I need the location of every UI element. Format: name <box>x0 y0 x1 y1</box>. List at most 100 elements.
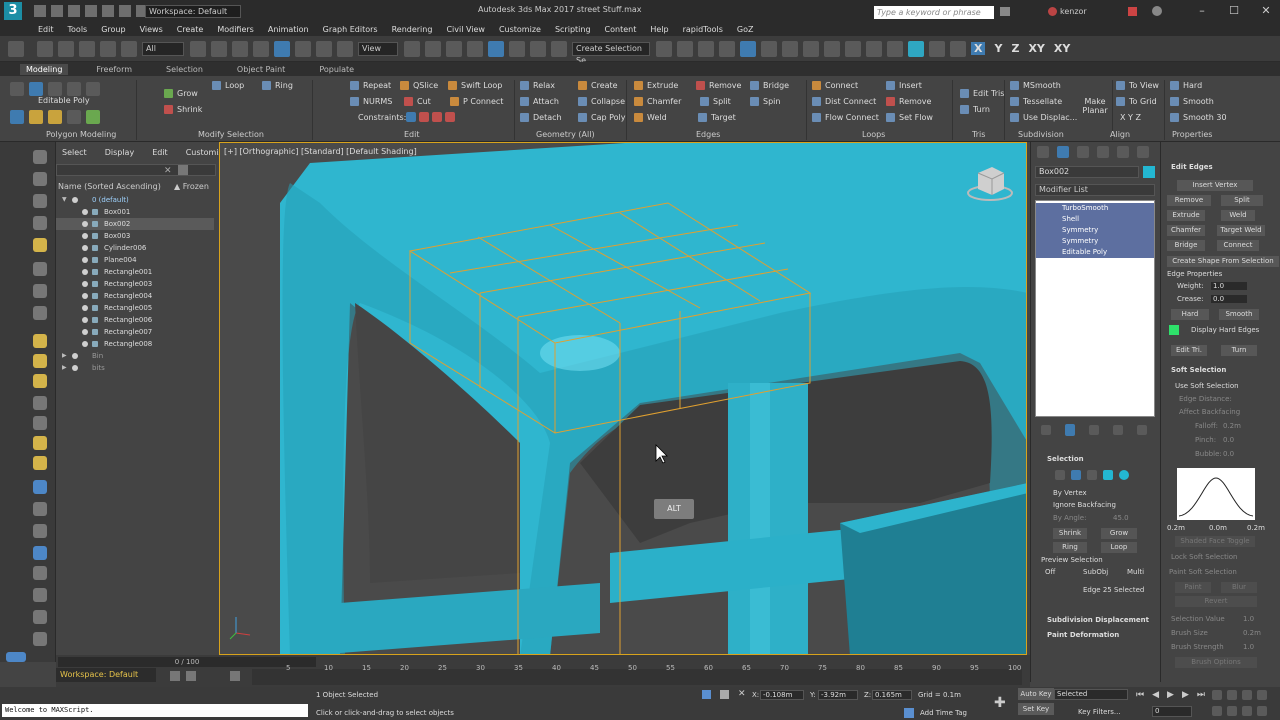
ring-button[interactable]: Ring <box>262 81 293 90</box>
curve-editor-icon[interactable] <box>761 40 777 57</box>
display-icon[interactable] <box>33 262 47 276</box>
current-frame-field[interactable]: 0 <box>1152 706 1192 717</box>
spin-button[interactable]: Spin <box>750 97 780 106</box>
utilities-icon[interactable] <box>33 284 47 298</box>
time-tag-icon[interactable] <box>904 708 914 718</box>
zoom-extents-all-icon[interactable] <box>1257 690 1267 700</box>
viewport-orthographic[interactable]: [+] [Orthographic] [Standard] [Default S… <box>219 142 1027 655</box>
affect-backfacing-checkbox[interactable]: Affect Backfacing <box>1179 408 1240 416</box>
isolate-selection-icon[interactable] <box>702 690 711 699</box>
display-hard-edges-checkbox[interactable]: Display Hard Edges <box>1191 326 1259 334</box>
pin-stack-icon[interactable] <box>1041 425 1051 435</box>
close-x-icon[interactable] <box>1128 7 1137 16</box>
extrude-button[interactable]: Extrude <box>634 81 678 90</box>
group-edges[interactable]: Edges <box>696 130 720 139</box>
chamfer-button[interactable]: Chamfer <box>634 97 681 106</box>
grow-button[interactable]: Grow <box>164 89 198 98</box>
brush-strength-spinner[interactable]: 1.0 <box>1243 643 1254 651</box>
remove-modifier-icon[interactable] <box>1113 425 1123 435</box>
group-edit[interactable]: Edit <box>404 130 420 139</box>
spacewarp-filter-icon[interactable] <box>33 480 47 494</box>
toggle-layer-explorer-icon[interactable] <box>719 40 735 57</box>
visibility-eye-icon[interactable] <box>72 353 78 359</box>
auto-key-button[interactable]: Auto Key <box>1018 688 1054 700</box>
sel-polygon-icon[interactable] <box>1103 470 1113 480</box>
hard-button[interactable]: Hard <box>1171 309 1209 320</box>
insert-loop-button[interactable]: Insert <box>886 81 922 90</box>
lock-soft-selection-checkbox[interactable]: Lock Soft Selection <box>1171 553 1237 561</box>
more-filter-icon[interactable] <box>33 632 47 646</box>
layers-filter-icon[interactable] <box>33 610 47 624</box>
axis-z-button[interactable]: Z <box>1011 42 1019 55</box>
object-color-swatch[interactable] <box>1143 166 1155 178</box>
bridge-button[interactable]: Bridge <box>1167 240 1205 251</box>
scene-explorer-toggle-icon[interactable] <box>186 671 196 681</box>
containers-filter-icon[interactable] <box>33 588 47 602</box>
lights-icon[interactable] <box>33 238 47 252</box>
reference-coord-dropdown[interactable]: View <box>358 41 398 56</box>
turn-button[interactable]: Turn <box>960 105 990 114</box>
undo-icon[interactable] <box>37 40 53 57</box>
stack-item-shell[interactable]: Shell <box>1036 214 1154 225</box>
menu-rendering[interactable]: Rendering <box>392 25 433 34</box>
by-vertex-checkbox[interactable]: By Vertex <box>1053 489 1087 497</box>
target-weld-button[interactable]: Target Weld <box>1217 225 1265 236</box>
expand-arrow-icon[interactable]: ▼ <box>62 194 67 206</box>
rect-selection-icon[interactable] <box>232 40 248 57</box>
cap-poly-button[interactable]: Cap Poly <box>578 113 626 122</box>
bone-filter-icon[interactable] <box>33 456 47 470</box>
visibility-eye-icon[interactable] <box>82 317 88 323</box>
sel-element-icon[interactable] <box>1119 470 1129 480</box>
layer-row[interactable]: ▼ 0 (default) <box>56 194 214 206</box>
visibility-eye-icon[interactable] <box>82 221 88 227</box>
menu-edit[interactable]: Edit <box>38 25 54 34</box>
preview-multi-radio[interactable]: Multi <box>1127 568 1144 576</box>
object-row[interactable]: Cylinder006 <box>56 242 214 254</box>
hard-button[interactable]: Hard <box>1170 81 1202 90</box>
connect-button[interactable]: Connect <box>1217 240 1259 251</box>
make-planar-button[interactable]: Make Planar <box>1078 97 1112 115</box>
group-properties[interactable]: Properties <box>1172 130 1212 139</box>
crease-spinner[interactable]: 0.0 <box>1211 295 1247 303</box>
create-shape-button[interactable]: Create Shape From Selection <box>1167 256 1279 267</box>
swift-loop-button[interactable]: Swift Loop <box>448 81 502 90</box>
visibility-eye-icon[interactable] <box>82 293 88 299</box>
menu-create[interactable]: Create <box>177 25 204 34</box>
visibility-eye-icon[interactable] <box>72 365 78 371</box>
place-icon[interactable] <box>337 40 353 57</box>
select-move-icon[interactable] <box>274 40 290 57</box>
workspace-dropdown[interactable]: Workspace: Default <box>145 5 241 18</box>
link-icon[interactable] <box>79 40 95 57</box>
preview-subobj-radio[interactable]: SubObj <box>1083 568 1108 576</box>
connect-button[interactable]: Connect <box>812 81 858 90</box>
stack-item-editable-poly[interactable]: Editable Poly <box>1036 247 1154 258</box>
redo-icon[interactable] <box>102 5 114 17</box>
select-object-icon[interactable] <box>190 40 206 57</box>
group-tris[interactable]: Tris <box>972 130 985 139</box>
by-angle-checkbox[interactable]: By Angle: <box>1053 514 1086 522</box>
turn-button[interactable]: Turn <box>1221 345 1257 356</box>
use-soft-sel-icon[interactable] <box>67 110 81 124</box>
axis-y-button[interactable]: Y <box>994 42 1002 55</box>
msmooth-button[interactable]: MSmooth <box>1010 81 1061 90</box>
workspace-label[interactable]: Workspace: Default <box>56 668 156 682</box>
smooth30-button[interactable]: Smooth 30 <box>1170 113 1227 122</box>
subdivision-displacement-rollout[interactable]: Subdivision Displacement <box>1047 616 1149 624</box>
menu-help[interactable]: Help <box>650 25 668 34</box>
go-to-start-icon[interactable]: ⏮ <box>1136 690 1144 700</box>
paint-button[interactable]: Paint <box>1175 582 1211 593</box>
select-by-name-icon[interactable] <box>211 40 227 57</box>
snap-link-icon[interactable] <box>8 40 24 57</box>
visibility-eye-icon[interactable] <box>82 209 88 215</box>
vertex-level-icon[interactable] <box>10 82 24 96</box>
schematic-view-icon[interactable] <box>782 40 798 57</box>
bubble-spinner[interactable]: 0.0 <box>1223 450 1234 458</box>
target-button[interactable]: Target <box>698 113 736 122</box>
plants-filter-icon[interactable] <box>33 566 47 580</box>
select-manipulate-icon[interactable] <box>425 40 441 57</box>
pivot-center-icon[interactable] <box>404 40 420 57</box>
show-end-result-icon[interactable] <box>29 110 43 124</box>
smooth-button[interactable]: Smooth <box>1219 309 1259 320</box>
loop-button[interactable]: Loop <box>212 81 244 90</box>
constraint-face-icon[interactable] <box>432 112 442 122</box>
